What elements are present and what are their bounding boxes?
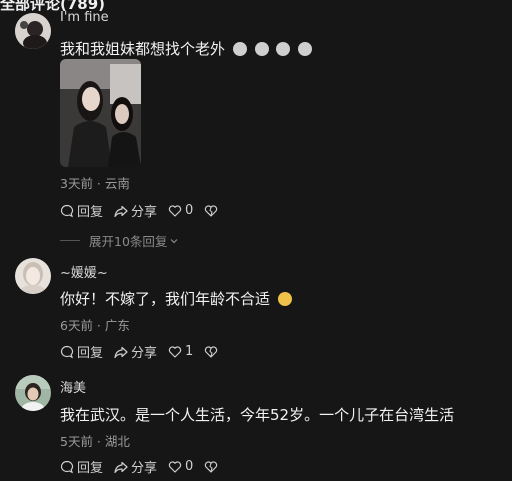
share-arrow-icon	[114, 461, 128, 473]
share-button[interactable]: 分享	[114, 201, 157, 220]
share-label: 分享	[131, 346, 158, 361]
comment-text: 我和我姐妹都想找个老外	[60, 38, 313, 59]
comment-text-body: 我和我姐妹都想找个老外	[60, 40, 226, 58]
comment-meta: 6天前 · 广东	[60, 318, 130, 333]
reply-label: 回复	[77, 461, 104, 476]
divider-line	[60, 240, 80, 241]
comment-actions: 回复 分享 0	[60, 457, 229, 476]
share-button[interactable]: 分享	[114, 457, 157, 476]
broken-heart-icon	[205, 460, 218, 473]
comment-text-body: 你好！不嫁了，我们年龄不合适	[60, 290, 271, 308]
comment-actions: 回复 分享 1	[60, 342, 229, 361]
heart-icon	[168, 204, 182, 217]
like-count: 0	[185, 203, 194, 218]
grimace-emoji-icon	[254, 42, 269, 56]
grimace-emoji-icon	[276, 42, 291, 56]
dislike-button[interactable]	[204, 345, 218, 359]
heart-icon	[168, 345, 182, 358]
broken-heart-icon	[205, 345, 218, 358]
chevron-down-icon	[170, 238, 178, 243]
dislike-button[interactable]	[204, 460, 218, 474]
avatar[interactable]	[15, 13, 51, 49]
heart-icon	[168, 460, 182, 473]
comment-photo[interactable]	[60, 59, 141, 167]
reply-bubble-icon	[60, 204, 74, 217]
share-arrow-icon	[114, 346, 128, 358]
like-button[interactable]: 0	[168, 459, 193, 474]
reply-label: 回复	[77, 346, 104, 361]
reply-label: 回复	[77, 205, 104, 220]
reply-bubble-icon	[60, 345, 74, 358]
avatar[interactable]	[15, 258, 51, 294]
laugh-emoji-icon	[277, 292, 292, 306]
share-arrow-icon	[114, 205, 128, 217]
comment-text: 你好！不嫁了，我们年龄不合适	[60, 288, 292, 309]
reply-button[interactable]: 回复	[60, 342, 103, 361]
like-button[interactable]: 1	[168, 344, 193, 359]
commenter-name[interactable]: 海美	[60, 377, 86, 396]
avatar[interactable]	[15, 375, 51, 411]
commenter-name[interactable]: ~媛媛~	[60, 262, 108, 281]
grimace-emoji-icon	[298, 42, 313, 56]
expand-replies-label: 展开10条回复	[89, 234, 168, 249]
broken-heart-icon	[205, 204, 218, 217]
dislike-button[interactable]	[204, 204, 218, 218]
expand-replies-button[interactable]: 展开10条回复	[60, 231, 179, 250]
like-count: 1	[185, 344, 194, 359]
share-label: 分享	[131, 205, 158, 220]
like-count: 0	[185, 459, 194, 474]
share-button[interactable]: 分享	[114, 342, 157, 361]
reply-button[interactable]: 回复	[60, 201, 103, 220]
reply-bubble-icon	[60, 460, 74, 473]
comment-meta: 3天前 · 云南	[60, 176, 130, 191]
share-label: 分享	[131, 461, 158, 476]
like-button[interactable]: 0	[168, 203, 193, 218]
comment-meta: 5天前 · 湖北	[60, 434, 130, 449]
comment-text: 我在武汉。是一个人生活，今年52岁。一个儿子在台湾生活	[60, 406, 455, 424]
commenter-name[interactable]: I'm fine	[60, 10, 109, 25]
reply-button[interactable]: 回复	[60, 457, 103, 476]
grimace-emoji-icon	[232, 42, 247, 56]
comment-actions: 回复 分享 0	[60, 201, 229, 220]
